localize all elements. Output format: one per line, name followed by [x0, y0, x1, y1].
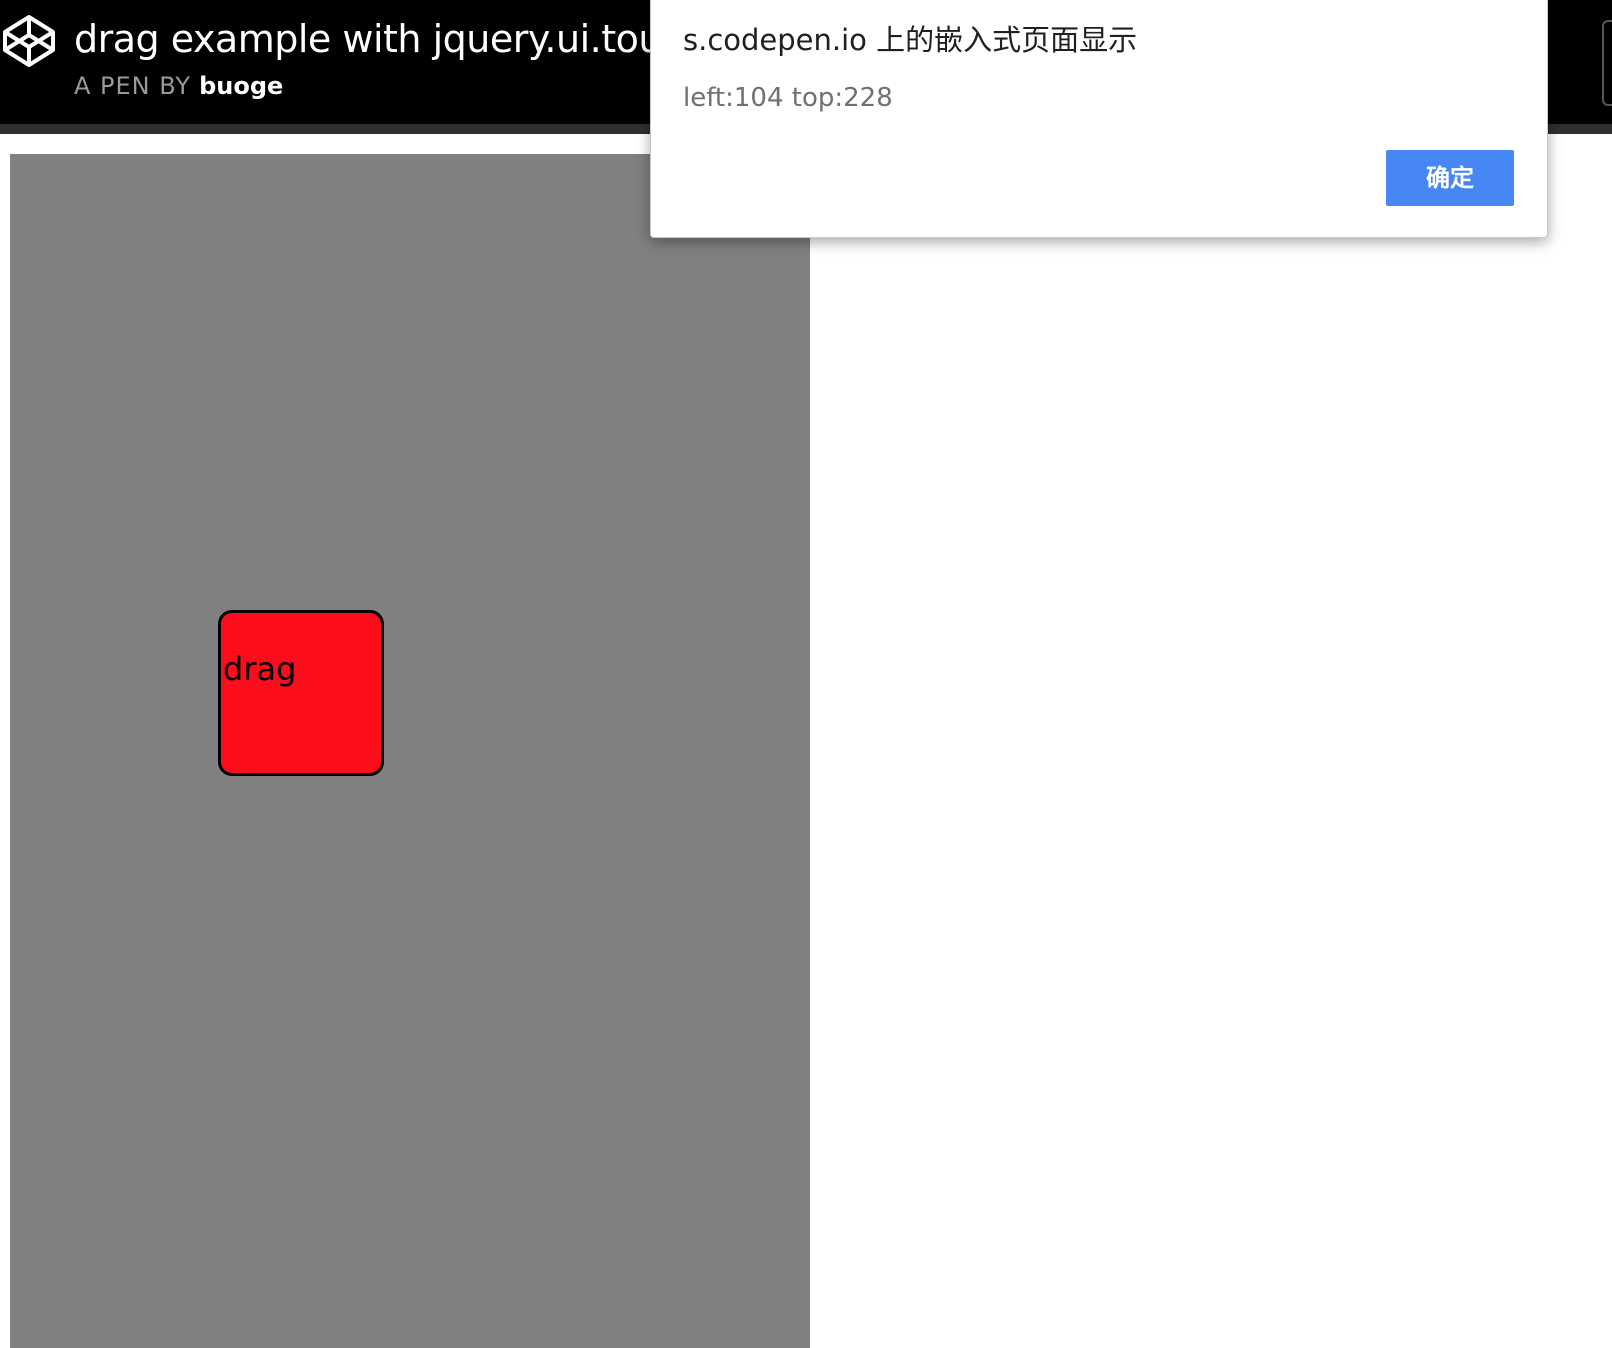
draggable-label: drag [223, 650, 297, 688]
header-edge-button[interactable] [1602, 20, 1612, 106]
byline-prefix: A PEN BY [74, 72, 192, 100]
page: drag example with jquery.ui.touch- A PEN… [0, 0, 1612, 1348]
ok-button[interactable]: 确定 [1386, 150, 1514, 206]
drag-container: drag [10, 154, 810, 1348]
alert-message: left:104 top:228 [683, 83, 893, 113]
author-link[interactable]: buoge [199, 72, 283, 100]
codepen-logo-icon[interactable] [2, 14, 56, 68]
alert-dialog: s.codepen.io 上的嵌入式页面显示 left:104 top:228 … [650, 0, 1548, 238]
pen-byline: A PEN BY buoge [74, 70, 283, 102]
alert-title: s.codepen.io 上的嵌入式页面显示 [683, 23, 1138, 57]
draggable-box[interactable]: drag [218, 610, 384, 776]
pen-title: drag example with jquery.ui.touch- [74, 17, 720, 61]
